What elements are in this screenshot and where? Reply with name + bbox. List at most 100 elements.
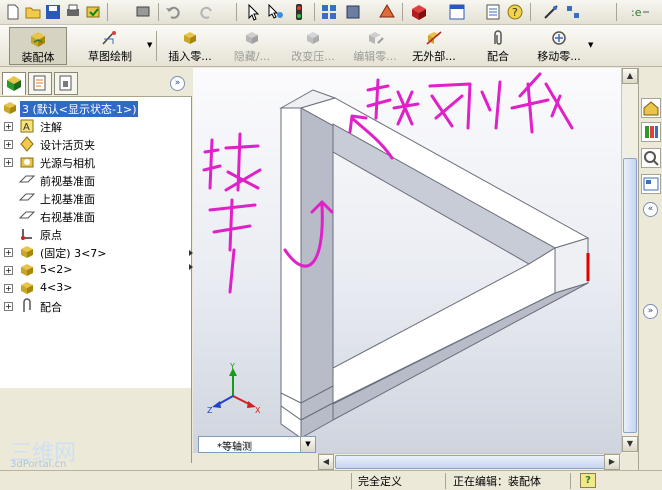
select-arrow-icon[interactable] — [244, 3, 262, 21]
tree-item[interactable]: + A 注解 — [0, 117, 191, 135]
new-file-icon[interactable] — [4, 3, 22, 21]
appearance-icon[interactable] — [410, 3, 428, 21]
view-orientation-icon[interactable] — [448, 3, 466, 21]
insert-component-button[interactable]: 插入零... — [162, 27, 218, 65]
expand-toggle-icon[interactable]: + — [4, 122, 13, 131]
sketch-tab[interactable]: 草图绘制 — [81, 27, 139, 65]
tree-item-label: 配合 — [40, 301, 62, 314]
horizontal-scroll-thumb[interactable] — [335, 455, 615, 469]
tree-item[interactable]: 前视基准面 — [0, 171, 191, 189]
panel-tabs: » — [0, 68, 192, 97]
expand-toggle-icon[interactable]: + — [4, 158, 13, 167]
scroll-right-button[interactable]: ▶ — [604, 454, 620, 470]
task-pane-collapse-button[interactable]: » — [643, 304, 658, 319]
tab-property-manager[interactable] — [28, 72, 52, 95]
view-orientation-dropdown[interactable]: *等轴测 ▼ — [198, 436, 316, 453]
scroll-down-button[interactable]: ▼ — [622, 436, 638, 452]
plane-icon — [19, 175, 35, 183]
design-library-icon[interactable] — [641, 122, 661, 142]
diagonal-beam-top[interactable] — [299, 97, 590, 249]
view-palette-icon[interactable] — [641, 174, 661, 194]
lights-camera-icon — [20, 157, 34, 168]
assembly-tab[interactable]: 装配体 — [9, 27, 67, 65]
edit-component-icon — [369, 32, 384, 44]
task-pane-expand-button[interactable]: « — [643, 202, 658, 217]
part-icon — [21, 282, 33, 294]
tree-item-label: 5<2> — [40, 263, 73, 276]
expand-panel-button[interactable]: » — [170, 76, 185, 91]
tree-item[interactable]: + 配合 — [0, 297, 191, 315]
hide-show-button[interactable]: 隐藏/... — [224, 27, 280, 65]
display-style-icon[interactable] — [344, 3, 362, 21]
tree-item[interactable]: 原点 — [0, 225, 191, 243]
chevron-down-icon[interactable]: ▼ — [300, 437, 315, 452]
tree-item[interactable]: +4<3> — [0, 279, 191, 297]
help-icon[interactable]: ? — [506, 3, 524, 21]
scroll-up-button[interactable]: ▲ — [622, 68, 638, 84]
expand-toggle-icon[interactable]: + — [4, 302, 13, 311]
rebuild-icon[interactable] — [84, 3, 102, 21]
print-preview-icon[interactable] — [134, 3, 152, 21]
grid-options-icon[interactable] — [320, 3, 338, 21]
status-help-button[interactable]: ? — [580, 473, 596, 488]
insert-component-icon — [184, 32, 196, 44]
tree-root[interactable]: 3 (默认<显示状态-1>) — [0, 99, 191, 117]
scroll-left-button[interactable]: ◀ — [318, 454, 334, 470]
tree-item-label: 4<3> — [40, 281, 73, 294]
tree-item[interactable]: 上视基准面 — [0, 189, 191, 207]
tree-item[interactable]: + (固定) 3<7> — [0, 243, 191, 261]
smart-dimension-icon[interactable] — [542, 3, 560, 21]
sketch-dropdown-icon[interactable]: ▼ — [147, 41, 152, 49]
tree-item[interactable]: + 设计活页夹 — [0, 135, 191, 153]
left-bar-side[interactable] — [300, 107, 334, 421]
tree-item[interactable]: +5<2> — [0, 261, 191, 279]
diagonal-beam-inner[interactable] — [332, 123, 556, 265]
expand-toggle-icon[interactable]: + — [4, 266, 13, 275]
tab-configuration-manager[interactable] — [54, 72, 78, 95]
select-filter-icon[interactable] — [266, 3, 284, 21]
toolbox-icon[interactable] — [564, 3, 582, 21]
move-dropdown-icon[interactable]: ▼ — [588, 41, 593, 49]
redo-icon[interactable] — [198, 3, 216, 21]
undo-icon[interactable] — [164, 3, 182, 21]
status-editing: 正在编辑：装配体 — [453, 475, 541, 488]
triad-y-label: Y — [229, 362, 235, 371]
mate-button[interactable]: 配合 — [476, 27, 520, 65]
feature-tree: 3 (默认<显示状态-1>) + A 注解 + 设计活页夹 + 光源与相机 前视基准面 上视基准… — [0, 98, 191, 388]
change-transparency-button[interactable]: 改变压... — [283, 27, 343, 65]
status-bar: 完全定义 正在编辑：装配体 ? — [0, 470, 662, 490]
vertical-scroll-thumb[interactable] — [623, 158, 637, 433]
expand-toggle-icon[interactable]: + — [4, 140, 13, 149]
no-external-refs-label: 无外部... — [412, 50, 456, 63]
file-explorer-icon[interactable] — [641, 148, 661, 168]
tree-item[interactable]: 右视基准面 — [0, 207, 191, 225]
move-component-button[interactable]: 移动零... — [528, 27, 590, 65]
svg-text:A: A — [23, 122, 30, 133]
sketch-icon — [102, 31, 116, 45]
expand-toggle-icon[interactable]: + — [4, 284, 13, 293]
open-folder-icon[interactable] — [24, 3, 42, 21]
horizontal-scrollbar[interactable]: ◀ ▶ — [318, 453, 621, 470]
traffic-light-icon[interactable] — [290, 3, 308, 21]
tree-item[interactable]: + 光源与相机 — [0, 153, 191, 171]
bottom-beam-side[interactable] — [300, 282, 589, 421]
tree-item-label: 光源与相机 — [40, 157, 95, 170]
move-component-icon — [552, 31, 566, 45]
home-icon[interactable] — [641, 98, 661, 118]
sketch-tab-label: 草图绘制 — [88, 50, 132, 63]
left-bar-front[interactable] — [280, 107, 302, 421]
bottom-beam-top[interactable] — [332, 247, 556, 404]
move-component-label: 移动零... — [537, 50, 581, 63]
print-icon[interactable] — [64, 3, 82, 21]
addins-icon[interactable]: :e — [630, 3, 649, 21]
vertical-scrollbar[interactable]: ▲ ▼ — [621, 68, 638, 453]
tab-feature-manager[interactable] — [2, 72, 26, 95]
graphics-area[interactable]: Y X Z — [193, 68, 638, 453]
edit-component-button[interactable]: 编辑零... — [346, 27, 404, 65]
save-icon[interactable] — [44, 3, 62, 21]
assembly-root-icon — [4, 102, 16, 114]
expand-toggle-icon[interactable]: + — [4, 248, 13, 257]
properties-icon[interactable] — [484, 3, 502, 21]
no-external-refs-button[interactable]: 无外部... — [406, 27, 462, 65]
section-view-icon[interactable] — [378, 3, 396, 21]
